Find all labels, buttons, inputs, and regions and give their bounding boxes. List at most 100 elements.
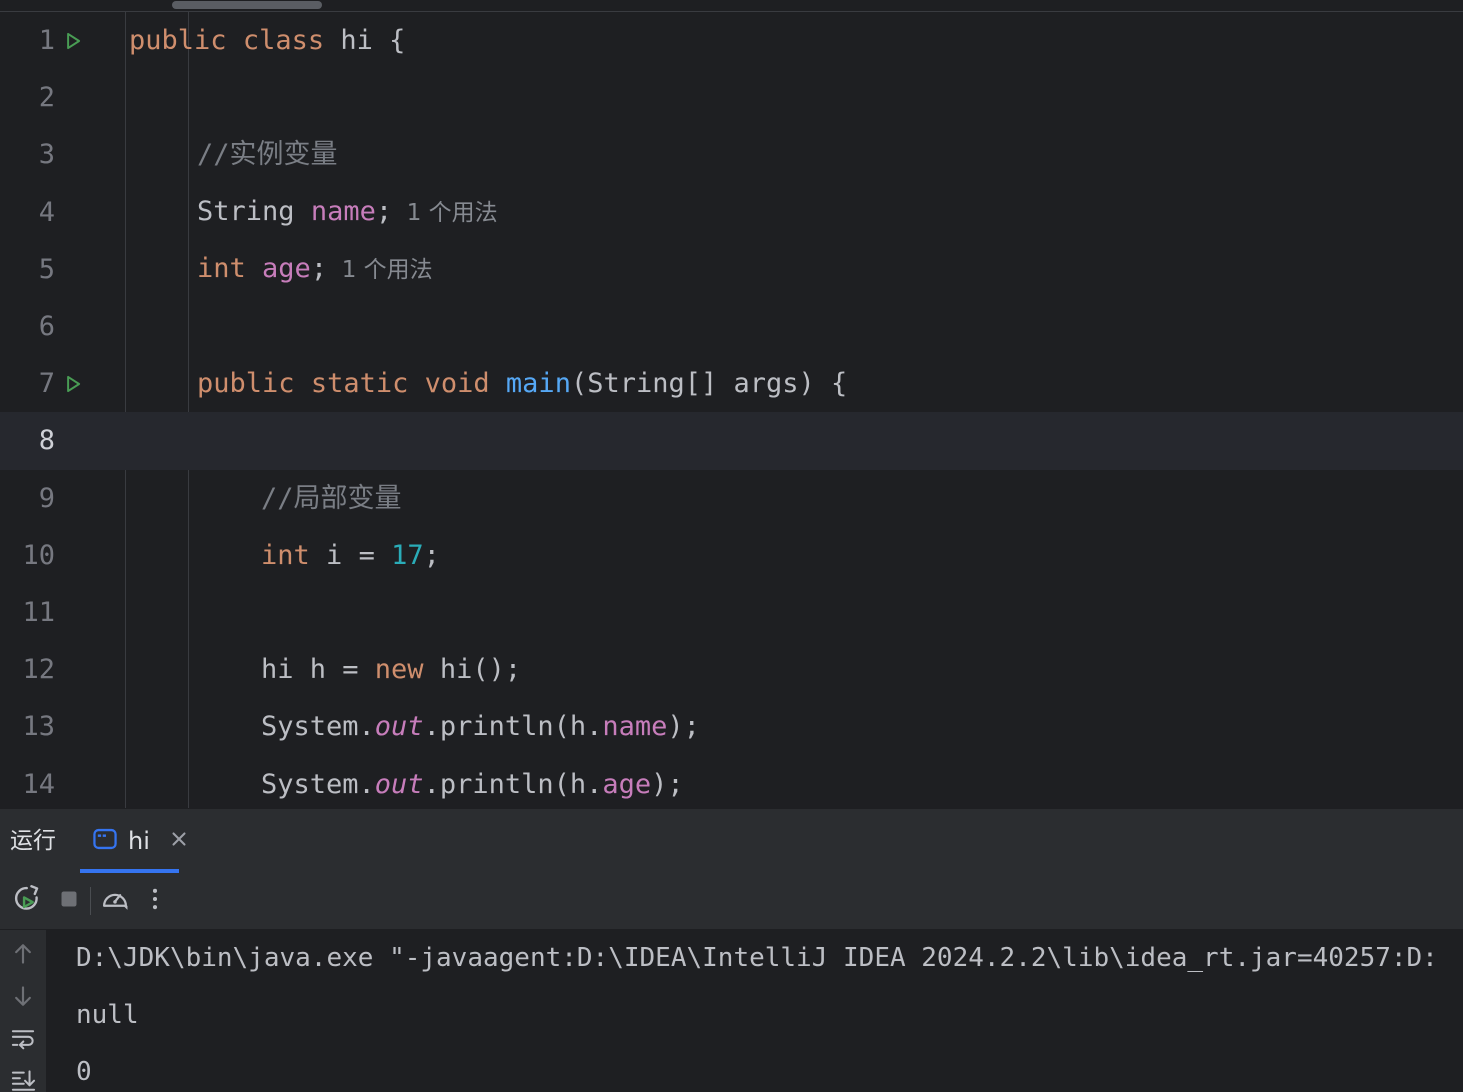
editor-line[interactable]: 7 public static void main(String[] args) … <box>0 355 1463 412</box>
editor-line[interactable]: 8 <box>0 412 1463 470</box>
code-token: age <box>262 252 311 284</box>
line-number: 14 <box>22 768 55 800</box>
editor-horizontal-scrollbar[interactable] <box>0 0 1463 11</box>
console-output[interactable]: D:\JDK\bin\java.exe "-javaagent:D:\IDEA\… <box>46 930 1463 1092</box>
code-text: public static void main(String[] args) { <box>197 355 847 412</box>
toolbar-separator <box>90 887 91 915</box>
code-token: (String[] args) { <box>570 368 848 400</box>
run-tool-window: 运行 hi D:\JDK\bin\java.exe "-javaagent:D:… <box>0 808 1463 1092</box>
code-token: public <box>129 25 227 57</box>
code-token: ; <box>423 539 440 571</box>
run-gutter-icon[interactable] <box>62 373 84 395</box>
code-token: public <box>197 368 295 400</box>
code-token: String <box>197 195 295 227</box>
console-line: 0 <box>76 1057 92 1087</box>
code-text: public class hi { <box>129 12 405 69</box>
run-window-title: 运行 <box>10 828 56 854</box>
previous-occurrence-button[interactable] <box>9 940 37 972</box>
editor-line[interactable]: 13 System.out.println(h.name); <box>0 698 1463 755</box>
code-token: hi(); <box>423 654 522 686</box>
code-token: name <box>310 195 376 227</box>
line-number: 13 <box>22 711 55 743</box>
ide-window: 1 public class hi {2 3//实例变量 4 String name; … <box>0 0 1463 1092</box>
code-token: //局部变量 <box>261 482 402 514</box>
editor-line[interactable]: 11 <box>0 584 1463 641</box>
editor-line[interactable]: 6 <box>0 298 1463 355</box>
code-token: System. <box>261 768 375 800</box>
line-number: 8 <box>38 425 55 457</box>
code-text: hi h = new hi(); <box>261 641 521 698</box>
code-token: ); <box>667 711 700 743</box>
run-window-header: 运行 hi <box>0 809 1463 873</box>
line-number: 2 <box>38 82 55 114</box>
more-options-button[interactable] <box>142 884 168 918</box>
console-line: D:\JDK\bin\java.exe "-javaagent:D:\IDEA\… <box>76 943 1438 973</box>
code-text: //局部变量 <box>261 470 402 527</box>
code-token: void <box>424 368 490 400</box>
code-token: class <box>242 25 325 57</box>
code-token: //实例变量 <box>197 139 338 171</box>
code-token: .println(h. <box>423 768 603 800</box>
code-token: { <box>372 25 406 57</box>
profiler-button[interactable] <box>99 883 131 919</box>
code-text: System.out.println(h.age); <box>261 756 684 808</box>
next-occurrence-button[interactable] <box>9 982 37 1014</box>
editor-line[interactable]: 12 hi h = new hi(); <box>0 641 1463 698</box>
code-token: new <box>374 654 424 686</box>
code-token: System. <box>261 711 375 743</box>
code-token: 1 个用法 <box>392 199 498 226</box>
line-number: 3 <box>38 139 55 171</box>
editor-line[interactable]: 9 //局部变量 <box>0 470 1463 527</box>
console-side-toolbar <box>0 930 46 1092</box>
line-number: 6 <box>38 311 55 343</box>
rerun-button[interactable] <box>10 883 42 919</box>
code-text: System.out.println(h.name); <box>261 698 700 755</box>
code-token: = <box>342 539 392 571</box>
run-gutter-icon[interactable] <box>62 30 84 52</box>
line-number: 10 <box>22 539 55 571</box>
code-token: i <box>326 539 343 571</box>
editor-line[interactable]: 5 int age; 1 个用法 <box>0 241 1463 298</box>
code-token: .println(h. <box>423 711 603 743</box>
run-tab-hi[interactable]: hi <box>80 809 204 873</box>
code-token: main <box>505 368 571 400</box>
code-token: ); <box>651 768 684 800</box>
code-token: ; <box>375 195 393 227</box>
scrollbar-thumb[interactable] <box>172 1 322 9</box>
line-number: 11 <box>22 597 55 629</box>
run-toolbar <box>0 873 1463 929</box>
soft-wrap-button[interactable] <box>9 1025 37 1057</box>
stop-button[interactable] <box>54 884 84 918</box>
console-icon <box>92 826 118 856</box>
code-token: hi <box>340 25 373 57</box>
line-number: 5 <box>38 253 55 285</box>
editor-line[interactable]: 14 System.out.println(h.age); <box>0 756 1463 808</box>
editor-line[interactable]: 3 //实例变量 <box>0 126 1463 183</box>
code-token: out <box>374 711 424 743</box>
code-text: int i = 17; <box>261 527 440 584</box>
line-number: 9 <box>38 482 55 514</box>
console-line: null <box>76 1000 139 1030</box>
line-number: 4 <box>38 196 55 228</box>
code-text: //实例变量 <box>197 126 338 183</box>
editor-line[interactable]: 10 int i = 17; <box>0 527 1463 584</box>
editor-line[interactable]: 2 <box>0 69 1463 126</box>
code-token: int <box>197 252 246 284</box>
code-editor[interactable]: 1 public class hi {2 3//实例变量 4 String name; … <box>0 12 1463 808</box>
code-token: ; <box>310 252 328 284</box>
code-token: name <box>602 711 668 743</box>
code-text: int age; 1 个用法 <box>197 240 433 299</box>
editor-line[interactable]: 1 public class hi { <box>0 12 1463 69</box>
close-icon[interactable] <box>168 828 190 854</box>
line-number: 1 <box>38 25 55 57</box>
code-token: 17 <box>391 539 424 571</box>
scroll-to-end-button[interactable] <box>9 1067 37 1092</box>
line-number: 12 <box>22 654 55 686</box>
editor-line[interactable]: 4 String name; 1 个用法 <box>0 184 1463 241</box>
